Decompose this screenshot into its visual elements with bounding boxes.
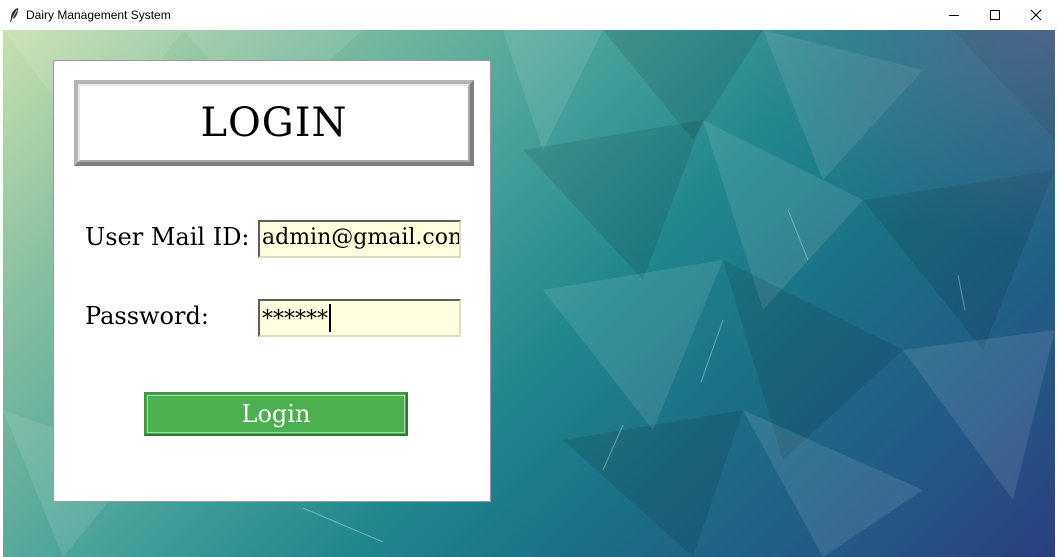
text-cursor [329,304,331,332]
maximize-icon [990,10,1000,20]
app-window: Dairy Management System LOGIN User Mail … [0,0,1057,557]
password-label: Password: [85,302,209,330]
background-shade [735,30,1055,250]
password-field[interactable]: ****** [258,299,461,337]
email-field[interactable]: admin@gmail.con [258,220,461,258]
login-button[interactable]: Login [144,392,408,436]
window-title: Dairy Management System [26,8,171,22]
email-label: User Mail ID: [85,223,250,251]
password-value: ****** [262,307,328,332]
title-bar[interactable]: Dairy Management System [0,0,1057,31]
minimize-icon [949,15,959,16]
minimize-button[interactable] [933,0,975,30]
close-icon [1030,9,1042,21]
login-heading: LOGIN [200,100,348,146]
feather-icon [10,8,18,22]
login-panel: LOGIN User Mail ID: admin@gmail.con Pass… [53,60,491,502]
close-button[interactable] [1015,0,1057,30]
email-value: admin@gmail.con [262,225,461,250]
maximize-button[interactable] [974,0,1016,30]
login-heading-box: LOGIN [74,80,474,166]
